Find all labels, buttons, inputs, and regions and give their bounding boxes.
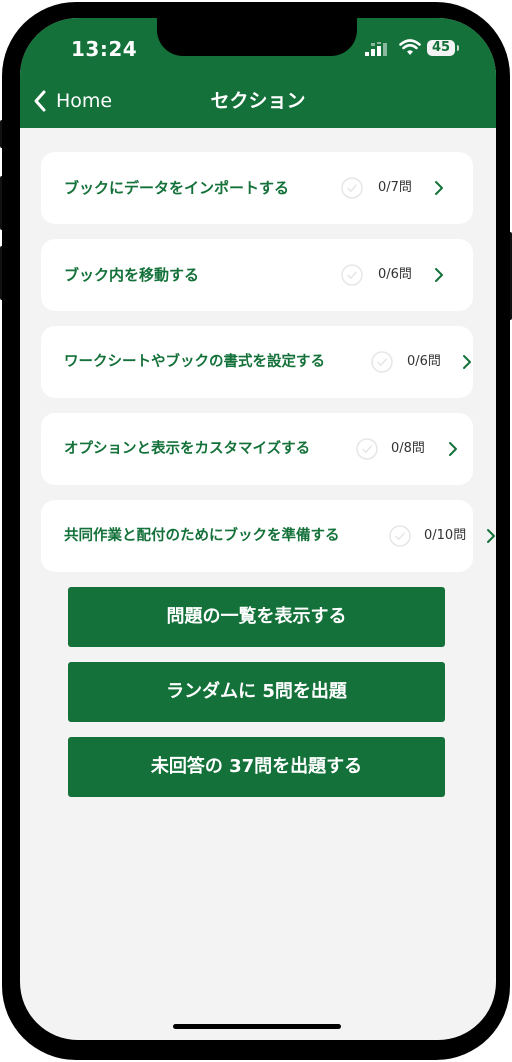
notch [157, 18, 357, 56]
section-item[interactable]: ブック内を移動する 0/6問 [41, 239, 473, 311]
page-title: セクション [210, 90, 306, 112]
check-circle-icon [341, 177, 363, 199]
section-count: 0/10問 [424, 528, 467, 543]
section-count: 0/6問 [407, 354, 441, 369]
app-screen: 13:24 45 Home セクション ブックにデータをインポートする 0/7問… [20, 18, 496, 1040]
section-label: ブック内を移動する [64, 266, 200, 284]
section-item[interactable]: オプションと表示をカスタマイズする 0/8問 [41, 413, 473, 485]
chevron-right-icon [435, 181, 443, 195]
section-count: 0/6問 [378, 267, 412, 282]
section-label: ブックにデータをインポートする [64, 179, 290, 197]
section-item[interactable]: ブックにデータをインポートする 0/7問 [41, 152, 473, 224]
chevron-right-icon [449, 442, 457, 456]
chevron-right-icon [463, 355, 471, 369]
home-indicator [173, 1024, 341, 1029]
check-circle-icon [389, 525, 411, 547]
random-questions-button[interactable]: ランダムに 5問を出題 [68, 662, 445, 722]
section-item[interactable]: 共同作業と配付のためにブックを準備する 0/10問 [41, 500, 495, 572]
show-question-list-button[interactable]: 問題の一覧を表示する [68, 587, 445, 647]
unanswered-questions-button[interactable]: 未回答の 37問を出題する [68, 737, 445, 797]
status-time: 13:24 [71, 37, 138, 61]
battery-icon: 45 [427, 40, 455, 56]
section-count: 0/7問 [378, 180, 412, 195]
check-circle-icon [371, 351, 393, 373]
check-circle-icon [341, 264, 363, 286]
section-item[interactable]: ワークシートやブックの書式を設定する 0/6問 [41, 326, 473, 398]
chevron-right-icon [487, 529, 495, 543]
check-circle-icon [356, 438, 378, 460]
navigation-header: 13:24 45 Home セクション [20, 18, 496, 128]
battery-cap [457, 45, 459, 51]
section-label: 共同作業と配付のためにブックを準備する [64, 528, 340, 544]
section-count: 0/8問 [391, 441, 425, 456]
signal-icon [365, 42, 387, 56]
section-label: ワークシートやブックの書式を設定する [64, 354, 325, 370]
wifi-icon [399, 39, 421, 55]
phone-frame: 13:24 45 Home セクション ブックにデータをインポートする 0/7問… [2, 2, 510, 1060]
chevron-right-icon [435, 268, 443, 282]
section-label: オプションと表示をカスタマイズする [64, 441, 311, 457]
